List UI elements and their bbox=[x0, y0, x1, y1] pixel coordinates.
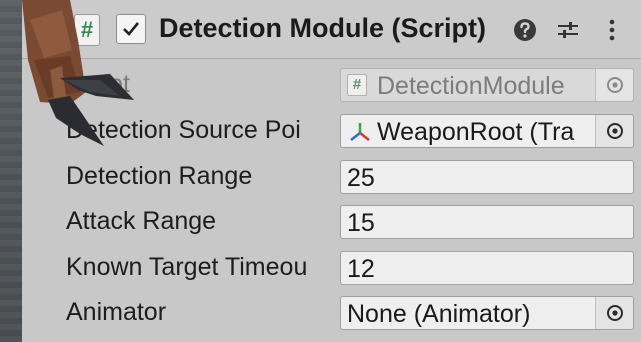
field-value: DetectionModule bbox=[377, 72, 565, 100]
component-title: Detection Module (Script) bbox=[159, 13, 487, 43]
object-picker-button[interactable] bbox=[595, 297, 633, 329]
known-target-timeout-input[interactable]: 12 bbox=[340, 251, 634, 285]
field-value: WeaponRoot (Tra bbox=[377, 118, 575, 146]
target-icon bbox=[607, 305, 623, 321]
field-value: 25 bbox=[347, 164, 375, 192]
presets-icon[interactable] bbox=[554, 16, 582, 44]
field-row-animator: Animator None (Animator) bbox=[22, 290, 641, 334]
field-row-attack-range: Attack Range 15 bbox=[22, 199, 641, 243]
field-label: Known Target Timeou bbox=[66, 253, 308, 281]
field-label: Animator bbox=[66, 298, 167, 326]
attack-range-input[interactable]: 15 bbox=[340, 205, 634, 239]
field-value: 12 bbox=[347, 255, 375, 283]
field-label: Attack Range bbox=[66, 207, 217, 235]
detection-range-input[interactable]: 25 bbox=[340, 160, 634, 194]
scene-character-model bbox=[22, 0, 134, 146]
transform-icon bbox=[350, 123, 370, 142]
object-picker-button[interactable] bbox=[595, 115, 633, 147]
script-icon: # bbox=[347, 74, 367, 96]
detection-source-point-field[interactable]: WeaponRoot (Tra bbox=[340, 114, 634, 148]
script-object-field[interactable]: # DetectionModule bbox=[340, 68, 634, 102]
field-row-detection-range: Detection Range 25 bbox=[22, 154, 641, 198]
help-icon[interactable] bbox=[511, 16, 539, 44]
target-icon bbox=[607, 123, 623, 139]
animator-object-field[interactable]: None (Animator) bbox=[340, 296, 634, 330]
kebab-menu-icon[interactable] bbox=[598, 16, 626, 44]
field-value: None (Animator) bbox=[347, 300, 531, 328]
field-row-known-target-timeout: Known Target Timeou 12 bbox=[22, 245, 641, 289]
object-picker-button[interactable] bbox=[595, 69, 633, 101]
field-label: Detection Range bbox=[66, 162, 253, 190]
target-icon bbox=[607, 77, 623, 93]
field-value: 15 bbox=[347, 209, 375, 237]
